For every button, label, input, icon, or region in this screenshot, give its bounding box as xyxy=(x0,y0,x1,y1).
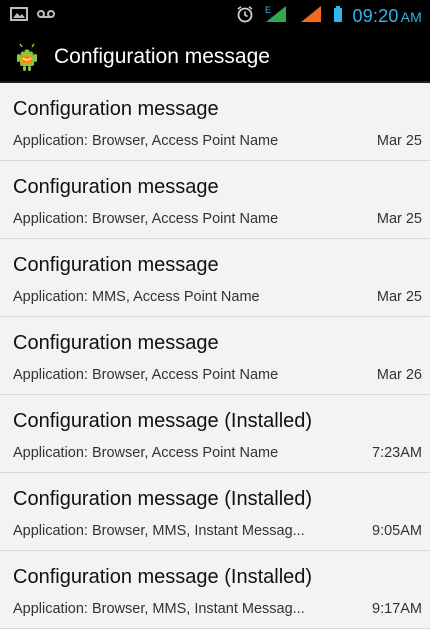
message-subtitle: Application: Browser, Access Point Name xyxy=(13,133,279,149)
alarm-icon xyxy=(235,5,255,28)
message-meta: Application: Browser, Access Point Name … xyxy=(13,210,422,228)
message-title: Configuration message (Installed) xyxy=(13,566,313,588)
message-subtitle: Application: MMS, Access Point Name xyxy=(13,289,260,305)
message-date: 9:17AM xyxy=(372,601,422,617)
status-right-icons: E 09:20 AM xyxy=(235,4,422,29)
message-meta: Application: Browser, Access Point Name … xyxy=(13,444,422,462)
status-left-icons xyxy=(10,6,55,27)
message-item[interactable]: Configuration message (Installed) Applic… xyxy=(0,395,430,473)
message-date: Mar 25 xyxy=(376,289,422,305)
message-list: Configuration message Application: Brows… xyxy=(0,83,430,629)
message-date: Mar 25 xyxy=(376,211,422,227)
message-title: Configuration message xyxy=(13,176,219,198)
message-subtitle: Application: Browser, Access Point Name xyxy=(13,445,279,461)
message-date: 9:05AM xyxy=(372,523,422,539)
message-title: Configuration message (Installed) xyxy=(13,410,313,432)
message-date: Mar 25 xyxy=(376,133,422,149)
message-title: Configuration message xyxy=(13,254,219,276)
status-bar: E 09:20 AM xyxy=(0,0,430,32)
message-subtitle: Application: Browser, Access Point Name xyxy=(13,367,279,383)
status-time: 09:20 AM xyxy=(352,5,422,26)
message-item[interactable]: Configuration message Application: Brows… xyxy=(0,83,430,161)
network-signal-icon: E xyxy=(264,4,290,29)
message-title: Configuration message (Installed) xyxy=(13,488,313,510)
signal-icon xyxy=(299,4,323,29)
message-subtitle: Application: Browser, MMS, Instant Messa… xyxy=(13,523,305,539)
message-date: 7:23AM xyxy=(372,445,422,461)
action-bar: Configuration message xyxy=(0,32,430,83)
voicemail-icon xyxy=(37,6,55,27)
message-item[interactable]: Configuration message Application: Brows… xyxy=(0,161,430,239)
message-meta: Application: Browser, MMS, Instant Messa… xyxy=(13,522,422,540)
message-meta: Application: Browser, Access Point Name … xyxy=(13,366,422,384)
message-item[interactable]: Configuration message Application: MMS, … xyxy=(0,239,430,317)
svg-text:E: E xyxy=(265,5,271,15)
message-title: Configuration message xyxy=(13,98,219,120)
message-meta: Application: Browser, Access Point Name … xyxy=(13,132,422,150)
android-icon xyxy=(10,40,44,74)
message-subtitle: Application: Browser, Access Point Name xyxy=(13,211,279,227)
page-title: Configuration message xyxy=(54,44,270,68)
gallery-icon xyxy=(10,6,28,27)
message-meta: Application: Browser, MMS, Instant Messa… xyxy=(13,600,422,618)
message-meta: Application: MMS, Access Point Name Mar … xyxy=(13,288,422,306)
message-title: Configuration message xyxy=(13,332,219,354)
message-item[interactable]: Configuration message (Installed) Applic… xyxy=(0,551,430,629)
message-subtitle: Application: Browser, MMS, Instant Messa… xyxy=(13,601,305,617)
message-date: Mar 26 xyxy=(376,367,422,383)
message-item[interactable]: Configuration message Application: Brows… xyxy=(0,317,430,395)
message-item[interactable]: Configuration message (Installed) Applic… xyxy=(0,473,430,551)
battery-icon xyxy=(332,4,344,29)
